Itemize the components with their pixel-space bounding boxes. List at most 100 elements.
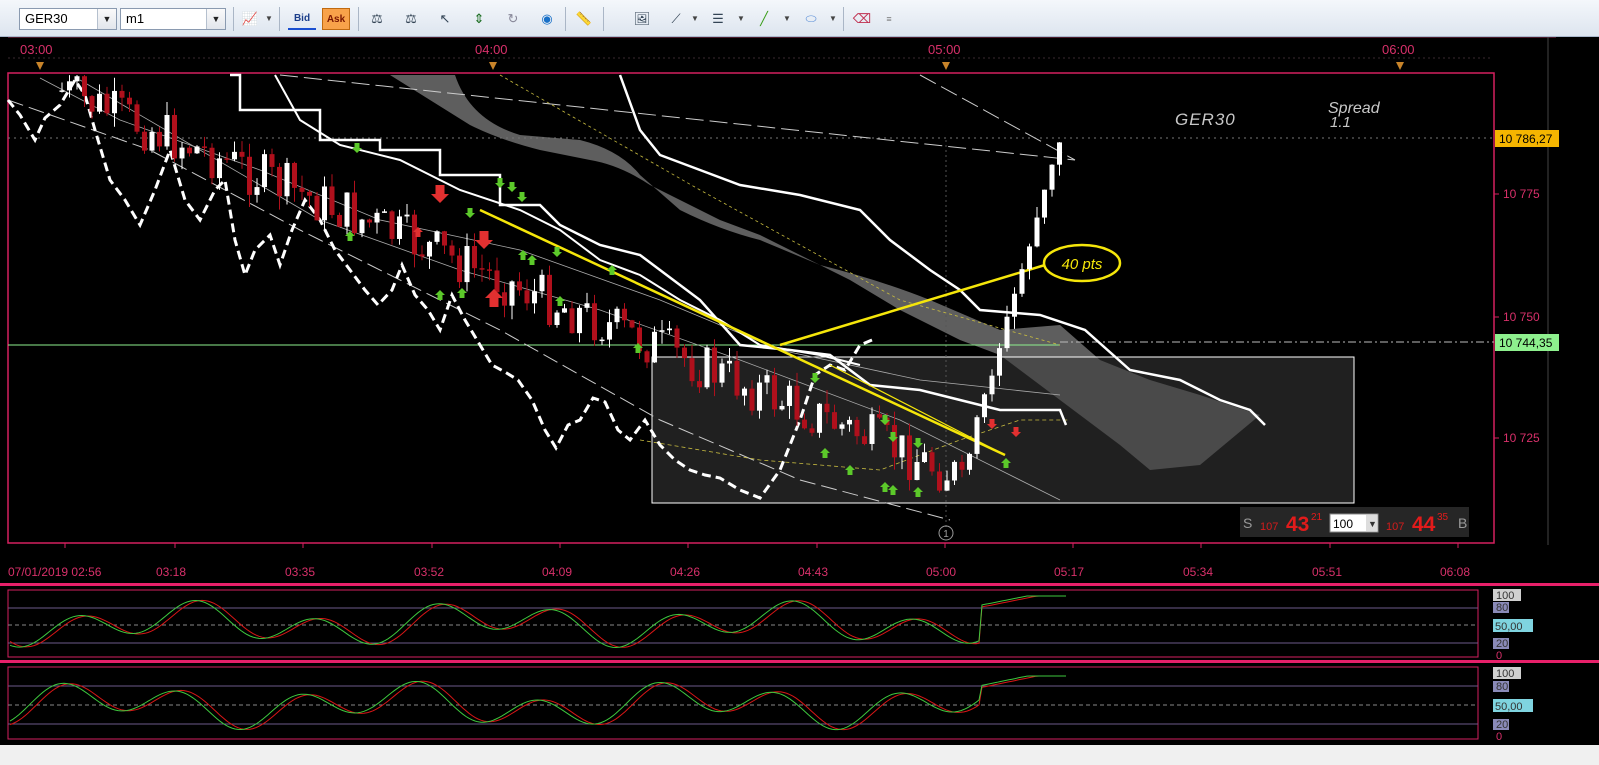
ask-button[interactable]: Ask bbox=[322, 8, 350, 30]
candle-body bbox=[1019, 269, 1025, 294]
chevron-down-icon[interactable]: ▼ bbox=[1368, 519, 1377, 529]
top-time-label: 03:00 bbox=[20, 42, 53, 57]
candle-body bbox=[374, 212, 380, 223]
candle-body bbox=[862, 436, 867, 444]
lines-icon[interactable]: ☰ bbox=[706, 9, 730, 29]
top-time-label: 04:00 bbox=[475, 42, 508, 57]
chart-area[interactable]: 03:00 04:00 05:00 06:00 40 pts GER30 Spr… bbox=[0, 37, 1599, 765]
chevron-down-icon[interactable]: ▼ bbox=[829, 9, 837, 29]
candle-body bbox=[1034, 217, 1040, 247]
candle-body bbox=[727, 360, 732, 364]
selection-box[interactable] bbox=[651, 356, 1355, 504]
candle-body bbox=[239, 151, 245, 157]
candle-body bbox=[944, 480, 950, 491]
candle-body bbox=[1004, 316, 1010, 349]
sell-price: 43 bbox=[1286, 513, 1309, 536]
candle-body bbox=[247, 156, 252, 195]
buy-letter: B bbox=[1458, 515, 1467, 531]
candle-body bbox=[382, 211, 387, 213]
candle-body bbox=[82, 76, 87, 97]
candle-body bbox=[217, 158, 222, 179]
buy-icon[interactable]: ⚖ bbox=[365, 9, 389, 29]
candle-body bbox=[794, 385, 800, 420]
chevron-down-icon[interactable]: ▼ bbox=[691, 9, 699, 29]
buy-prefix: 107 bbox=[1386, 521, 1404, 533]
ruler-icon[interactable]: 📏 bbox=[572, 9, 596, 29]
symbol-select[interactable]: GER30 ▼ bbox=[19, 8, 117, 30]
bottom-time-label: 04:43 bbox=[798, 565, 828, 579]
candle-body bbox=[164, 114, 170, 147]
candle-body bbox=[314, 195, 320, 221]
candle-body bbox=[74, 76, 80, 82]
candle-body bbox=[449, 245, 455, 256]
menu-icon[interactable]: ≡ bbox=[877, 9, 901, 29]
candle-body bbox=[824, 403, 830, 413]
quantity-value: 100 bbox=[1333, 517, 1353, 531]
cursor-icon[interactable]: ↖ bbox=[433, 9, 457, 29]
candle-body bbox=[179, 147, 185, 159]
candle-body bbox=[802, 419, 807, 429]
candle-body bbox=[629, 320, 635, 328]
candle-body bbox=[839, 424, 845, 429]
top-time-label: 05:00 bbox=[928, 42, 961, 57]
candle-body bbox=[569, 308, 575, 334]
candle-body bbox=[539, 274, 545, 292]
candle-body bbox=[157, 131, 162, 147]
candle-body bbox=[779, 405, 785, 410]
candle-body bbox=[757, 382, 762, 411]
candle-body bbox=[502, 292, 507, 306]
bid-button[interactable]: Bid bbox=[288, 8, 316, 30]
osc2-level-20: 20 bbox=[1496, 719, 1508, 731]
candle-body bbox=[899, 435, 905, 458]
candle-body bbox=[509, 281, 515, 306]
candle-body bbox=[209, 147, 215, 179]
candle-body bbox=[667, 328, 672, 331]
osc2-level-80: 80 bbox=[1496, 681, 1508, 693]
candle-body bbox=[232, 151, 237, 160]
candle-body bbox=[1012, 293, 1017, 317]
level-icon[interactable]: ⇕ bbox=[467, 9, 491, 29]
candle-body bbox=[854, 419, 860, 437]
candle-body bbox=[614, 308, 620, 323]
candle-body bbox=[494, 270, 500, 293]
candle-body bbox=[487, 269, 492, 271]
chevron-down-icon[interactable]: ▼ bbox=[783, 9, 791, 29]
timeframe-select[interactable]: m1 ▼ bbox=[120, 8, 226, 30]
candle-body bbox=[427, 241, 432, 257]
candle-body bbox=[524, 290, 530, 304]
ellipse-icon[interactable]: ⬭ bbox=[799, 9, 823, 29]
candle-body bbox=[187, 147, 192, 154]
eraser-icon[interactable]: ⌫ bbox=[850, 9, 874, 29]
candle-body bbox=[869, 414, 875, 444]
candle-body bbox=[989, 375, 995, 395]
chart-type-icon[interactable]: 📈 bbox=[238, 9, 262, 29]
osc1-level-20: 20 bbox=[1496, 638, 1508, 650]
price-label: 10 725 bbox=[1503, 431, 1540, 445]
globe-icon[interactable]: ◉ bbox=[535, 9, 559, 29]
candle-body bbox=[974, 417, 980, 454]
candle-body bbox=[622, 308, 627, 321]
refresh-icon[interactable]: ↻ bbox=[501, 9, 525, 29]
chevron-down-icon[interactable]: ▼ bbox=[206, 9, 225, 29]
candle-body bbox=[764, 375, 770, 383]
bottom-time-label: 07/01/2019 02:56 bbox=[8, 565, 102, 579]
price-tag-top-text: 10 786,27 bbox=[1499, 132, 1553, 146]
candle-body bbox=[322, 186, 327, 221]
bottom-time-label: 05:17 bbox=[1054, 565, 1084, 579]
candle-body bbox=[1049, 164, 1055, 190]
candle-body bbox=[149, 131, 155, 151]
fork-icon[interactable]: ⟋ bbox=[664, 9, 688, 29]
sell-icon[interactable]: ⚖ bbox=[399, 9, 423, 29]
spread-value: 1.1 bbox=[1330, 114, 1351, 131]
candle-body bbox=[127, 97, 132, 105]
pencil-icon[interactable]: ╱ bbox=[752, 9, 776, 29]
candle-body bbox=[352, 192, 357, 234]
chevron-down-icon[interactable]: ▼ bbox=[97, 9, 116, 29]
picture-icon[interactable]: 🖼 bbox=[630, 9, 654, 29]
osc2-level-50: 50,00 bbox=[1495, 701, 1523, 713]
chevron-down-icon[interactable]: ▼ bbox=[265, 9, 273, 29]
event-marker[interactable]: 1 bbox=[943, 529, 949, 540]
chevron-down-icon[interactable]: ▼ bbox=[737, 9, 745, 29]
candle-body bbox=[517, 281, 522, 291]
candle-body bbox=[397, 216, 402, 239]
